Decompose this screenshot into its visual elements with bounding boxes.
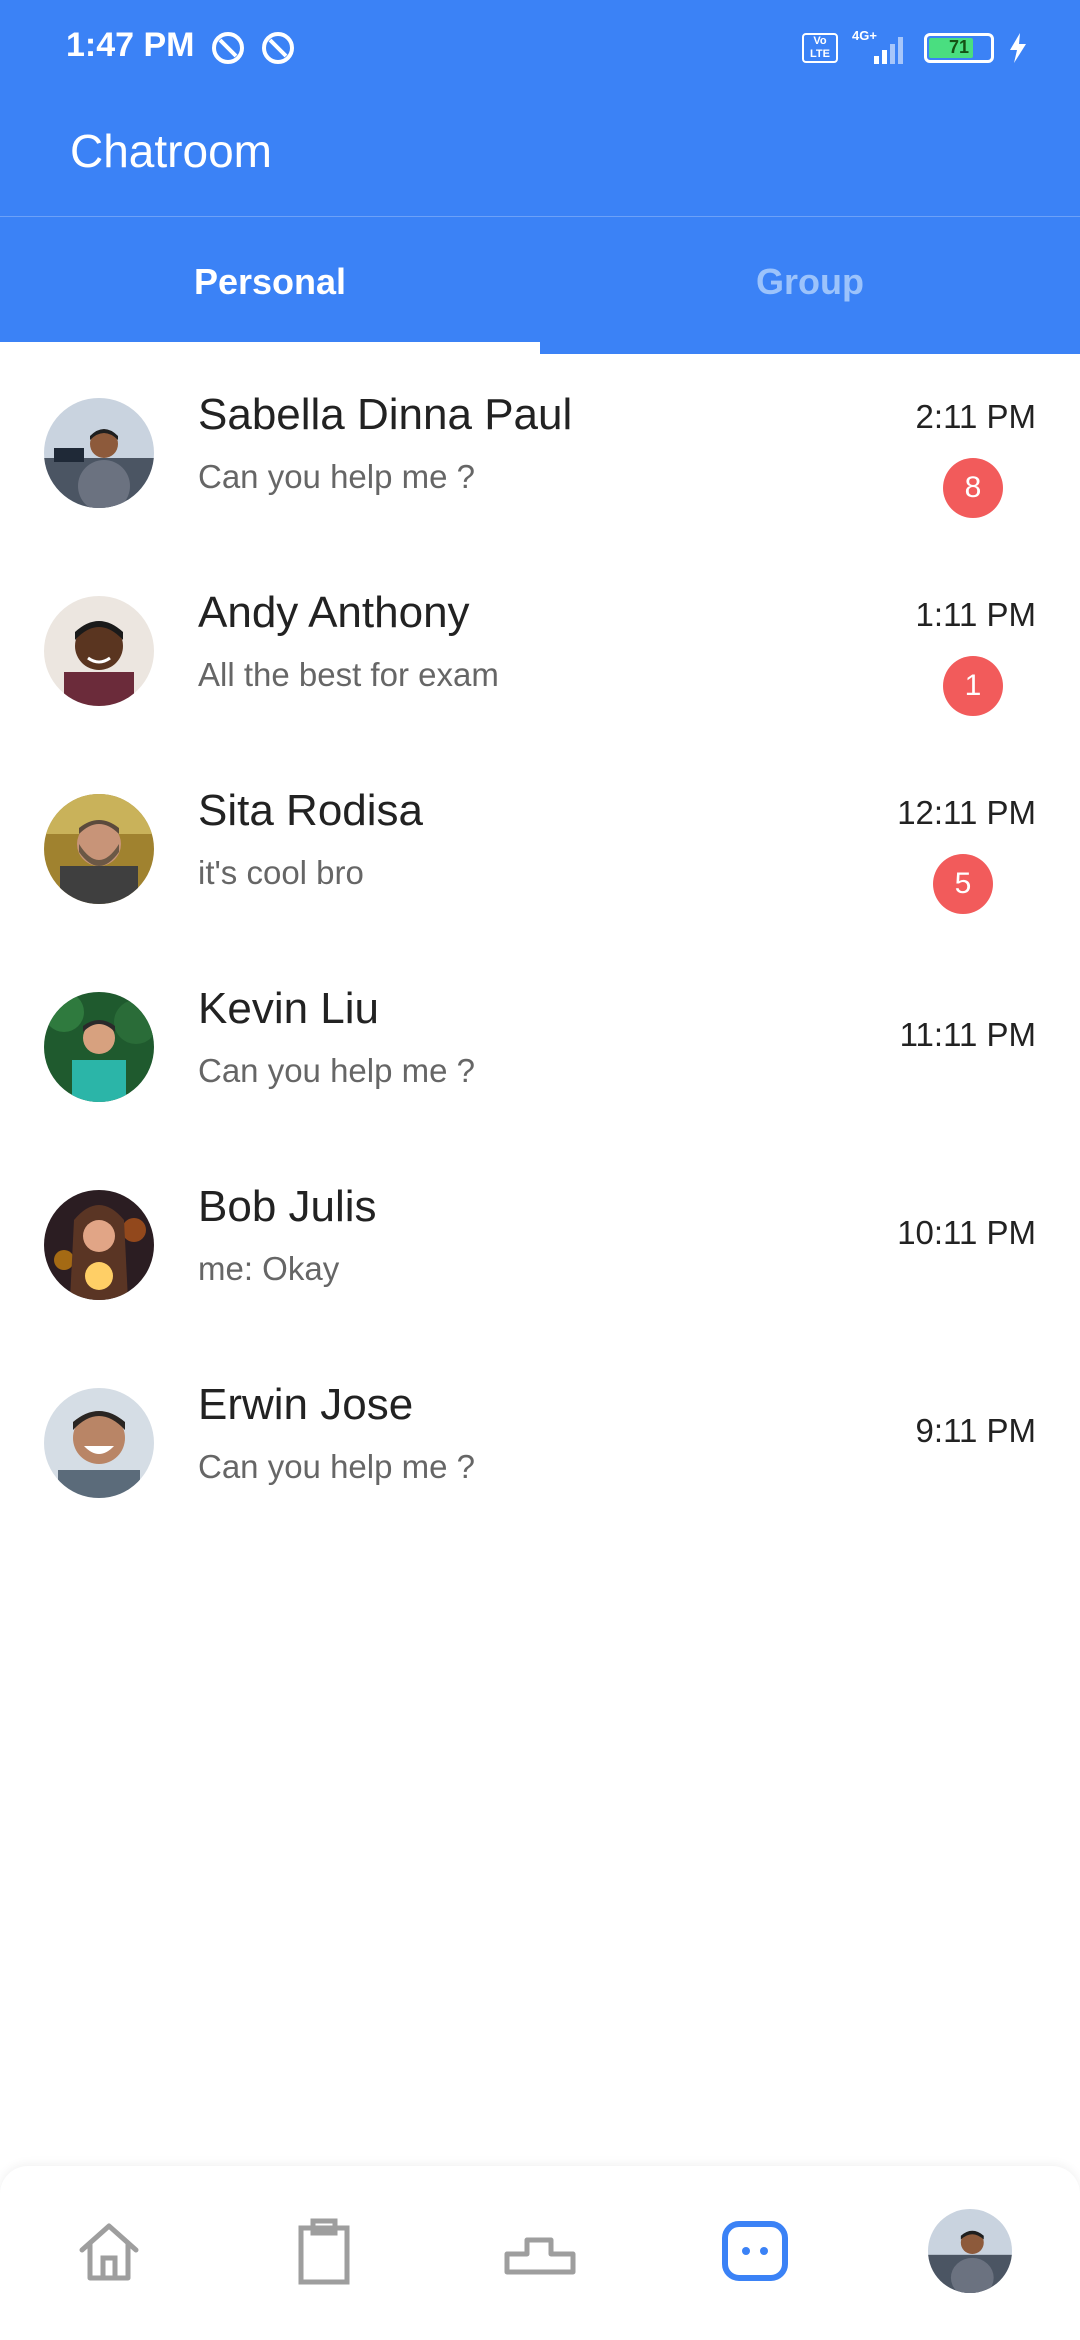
nav-chat[interactable] [710,2206,800,2296]
status-bar: 1:47 PM Vo LTE 4G+ 71 [0,0,1080,100]
avatar [44,1190,154,1300]
active-tab-indicator [0,342,540,354]
home-icon [79,2223,139,2281]
chat-row[interactable]: Bob Julis me: Okay 10:11 PM [0,1146,1080,1344]
status-time: 1:47 PM [66,26,195,64]
contact-name: Erwin Jose [198,1380,414,1429]
avatar [44,398,154,508]
contact-name: Bob Julis [198,1182,377,1231]
podium-icon [504,2237,576,2275]
nav-clipboard[interactable] [279,2206,369,2296]
avatar [44,794,154,904]
chat-row[interactable]: Andy Anthony All the best for exam 1:11 … [0,552,1080,750]
chat-row[interactable]: Sita Rodisa it's cool bro 12:11 PM 5 [0,750,1080,948]
do-not-disturb-icon [262,32,294,64]
contact-name: Sita Rodisa [198,786,424,835]
unread-badge: 5 [933,854,993,914]
message-time: 11:11 PM [899,1016,1036,1053]
contact-name: Sabella Dinna Paul [198,390,573,439]
bottom-navigation [0,2166,1080,2340]
signal-icon: 4G+ [852,28,910,68]
volte-icon: Vo LTE [802,33,838,63]
last-message: Can you help me ? [198,458,476,495]
tab-group[interactable]: Group [540,222,1080,342]
message-time: 2:11 PM [915,398,1036,435]
message-time: 1:11 PM [915,596,1036,633]
last-message: Can you help me ? [198,1052,476,1089]
last-message: All the best for exam [198,656,499,693]
nav-profile[interactable] [925,2206,1015,2296]
charging-icon [1010,33,1026,63]
chat-row[interactable]: Sabella Dinna Paul Can you help me ? 2:1… [0,354,1080,552]
last-message: it's cool bro [198,854,364,891]
message-time: 10:11 PM [897,1214,1036,1251]
chat-row[interactable]: Kevin Liu Can you help me ? 11:11 PM [0,948,1080,1146]
battery-level: 71 [948,37,970,57]
nav-home[interactable] [64,2206,154,2296]
do-not-disturb-icon [212,32,244,64]
unread-badge: 1 [943,656,1003,716]
chat-icon [722,2221,788,2281]
message-time: 9:11 PM [915,1412,1036,1449]
chat-list: Sabella Dinna Paul Can you help me ? 2:1… [0,354,1080,1542]
last-message: me: Okay [198,1250,340,1287]
clipboard-icon [298,2218,350,2285]
contact-name: Andy Anthony [198,588,470,637]
message-time: 12:11 PM [897,794,1036,831]
avatar [44,596,154,706]
last-message: Can you help me ? [198,1448,476,1485]
page-title: Chatroom [70,125,272,177]
avatar [44,992,154,1102]
tab-personal[interactable]: Personal [0,222,540,342]
profile-avatar [928,2209,1012,2293]
unread-badge: 8 [943,458,1003,518]
nav-leaderboard[interactable] [495,2206,585,2296]
header-divider [0,216,1080,217]
avatar [44,1388,154,1498]
battery-icon: 71 [924,33,994,63]
contact-name: Kevin Liu [198,984,380,1033]
chat-row[interactable]: Erwin Jose Can you help me ? 9:11 PM [0,1344,1080,1542]
status-icons: Vo LTE 4G+ 71 [802,26,1028,70]
app-bar: 1:47 PM Vo LTE 4G+ 71 Chatroom Personal … [0,0,1080,354]
